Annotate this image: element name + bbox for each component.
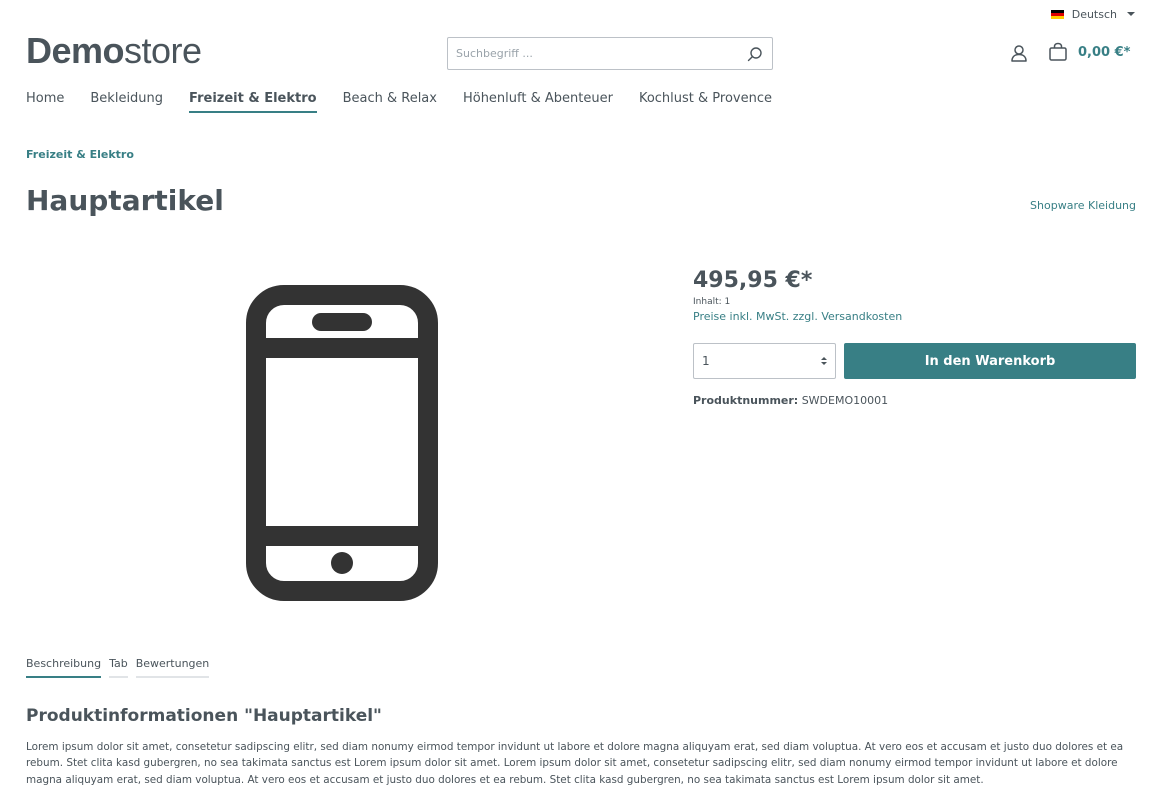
add-to-cart-button[interactable]: In den Warenkorb [844, 343, 1136, 379]
tax-shipping-link[interactable]: Preise inkl. MwSt. zzgl. Versandkosten [693, 310, 1136, 323]
nav-item-freizeit-elektro[interactable]: Freizeit & Elektro [189, 91, 317, 113]
tab-bewertungen[interactable]: Bewertungen [135, 657, 210, 678]
logo-bold-text: Demo [26, 30, 125, 71]
nav-item-home[interactable]: Home [26, 91, 64, 113]
nav-item-bekleidung[interactable]: Bekleidung [90, 91, 163, 113]
product-image[interactable] [246, 285, 438, 601]
quantity-select[interactable]: 1 [693, 343, 836, 379]
tab-beschreibung[interactable]: Beschreibung [26, 657, 102, 678]
product-title: Hauptartikel [26, 184, 224, 217]
language-label: Deutsch [1071, 7, 1117, 21]
product-price: 495,95 €* [693, 268, 813, 293]
logo-light-text: store [124, 30, 202, 71]
content-unit: Inhalt: 1 [693, 297, 731, 307]
product-number: Produktnummer: SWDEMO10001 [693, 394, 1136, 407]
chevron-down-icon [1127, 12, 1135, 16]
store-logo[interactable]: Demostore [26, 31, 202, 71]
product-tabs: Beschreibung Tab Bewertungen [26, 657, 210, 678]
user-icon[interactable] [1009, 43, 1029, 63]
nav-item-kochlust-provence[interactable]: Kochlust & Provence [639, 91, 772, 113]
smartphone-icon [246, 285, 438, 601]
main-navigation: Home Bekleidung Freizeit & Elektro Beach… [26, 91, 772, 113]
breadcrumb[interactable]: Freizeit & Elektro [26, 148, 134, 161]
buy-row: 1 In den Warenkorb [693, 343, 1136, 379]
select-arrows-icon [821, 357, 827, 365]
search-bar [447, 37, 773, 70]
nav-item-beach-relax[interactable]: Beach & Relax [343, 91, 437, 113]
search-input[interactable] [456, 47, 746, 60]
tab-tab[interactable]: Tab [109, 657, 128, 678]
product-number-label: Produktnummer: [693, 394, 799, 407]
description-text: Lorem ipsum dolor sit amet, consetetur s… [26, 741, 1124, 786]
product-number-value: SWDEMO10001 [801, 394, 889, 407]
language-switcher[interactable]: Deutsch [1050, 6, 1135, 22]
german-flag-icon [1050, 9, 1064, 19]
manufacturer-link[interactable]: Shopware Kleidung [1030, 199, 1136, 212]
buy-box: 495,95 €* Inhalt: 1 Preise inkl. MwSt. z… [693, 268, 1136, 407]
description-title: Produktinformationen "Hauptartikel" [26, 706, 382, 726]
cart-total: 0,00 €* [1078, 44, 1131, 60]
quantity-value: 1 [702, 354, 710, 368]
nav-item-hoehenluft-abenteuer[interactable]: Höhenluft & Abenteuer [463, 91, 613, 113]
bag-icon [1049, 42, 1067, 61]
cart-button[interactable]: 0,00 €* [1048, 42, 1130, 62]
search-icon[interactable] [746, 45, 764, 63]
